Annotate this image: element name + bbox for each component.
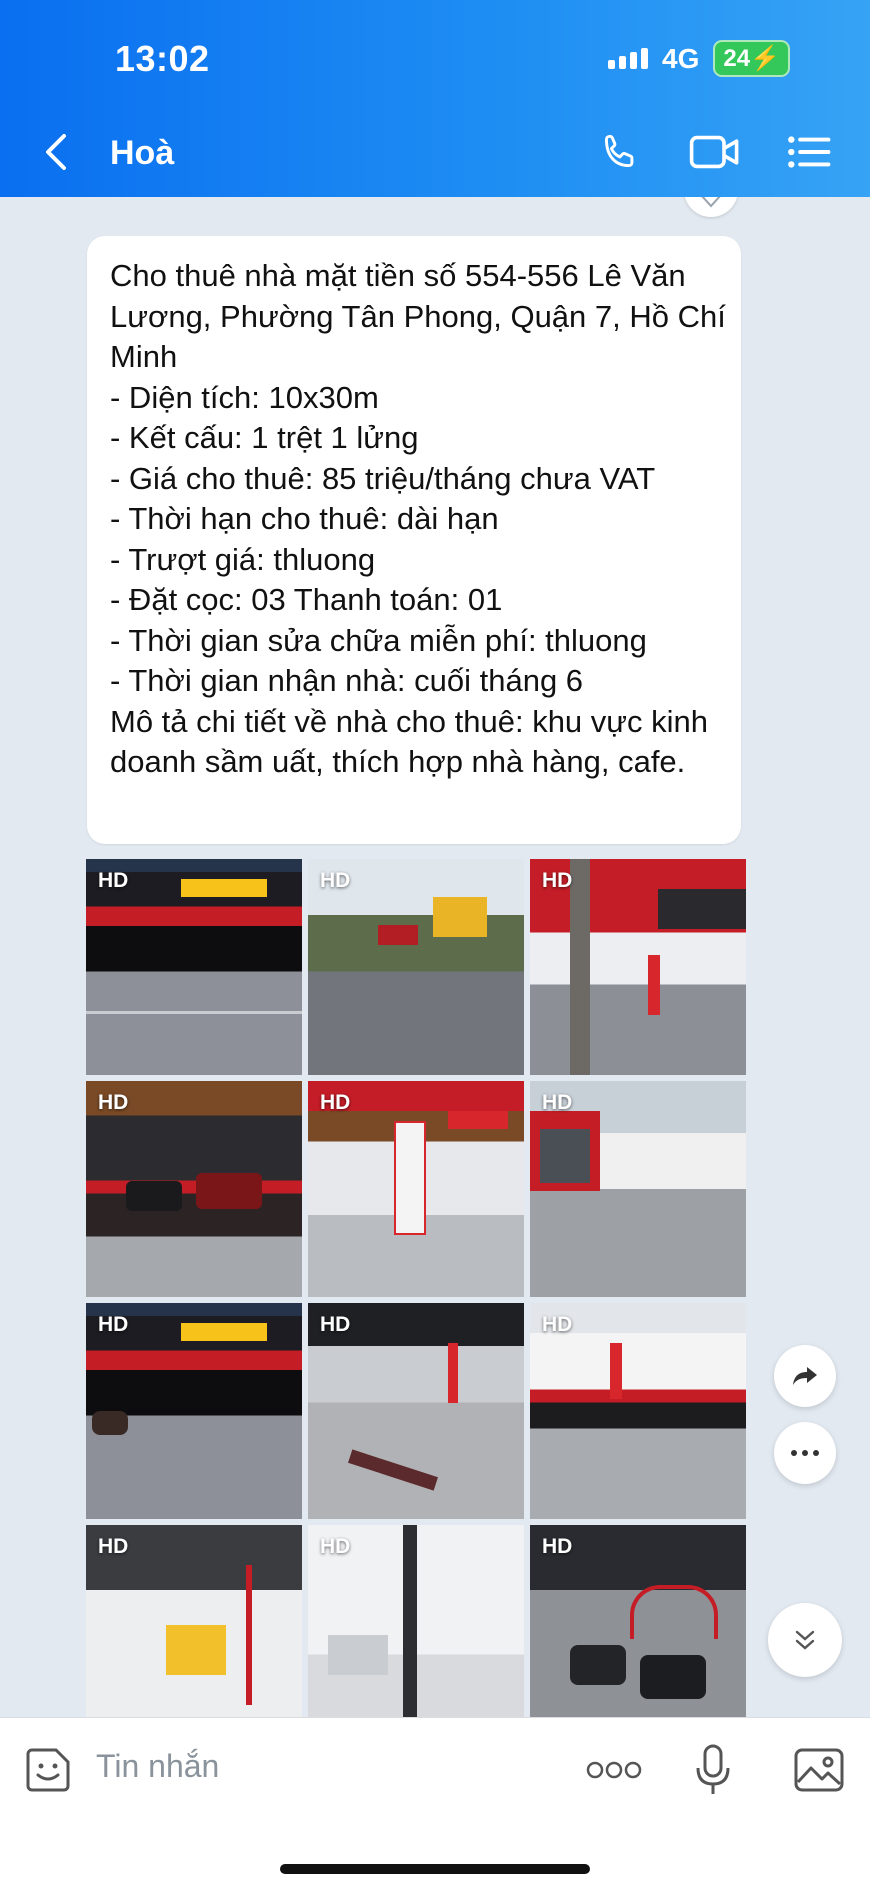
staircase-railing [246, 1565, 292, 1705]
charging-bolt-icon: ⚡ [750, 45, 780, 72]
shop-sign [448, 1111, 508, 1129]
floor-mat [348, 1449, 438, 1491]
more-options-button[interactable] [774, 1422, 836, 1484]
shop-sign [658, 889, 746, 929]
hd-badge: HD [542, 1535, 573, 1558]
share-button[interactable] [774, 1345, 836, 1407]
video-camera-icon[interactable] [688, 130, 742, 174]
car [196, 1173, 262, 1209]
glass-door-frame [403, 1525, 417, 1717]
red-banner [610, 1343, 622, 1399]
status-indicators: 4G 24⚡ [608, 40, 790, 77]
photo-thumbnail[interactable]: HD [308, 859, 524, 1075]
three-dots-icon[interactable] [586, 1760, 642, 1780]
chat-header: 13:02 4G 24⚡ Hoà [0, 0, 870, 197]
hd-badge: HD [98, 869, 129, 892]
photo-thumbnail[interactable]: HD [308, 1303, 524, 1519]
booth-window [540, 1129, 590, 1183]
photo-thumbnail[interactable]: HD [530, 859, 746, 1075]
car [640, 1655, 706, 1699]
phone-icon[interactable] [598, 130, 642, 174]
utility-pole [570, 859, 590, 1075]
standing-banner [394, 1121, 426, 1235]
hd-badge: HD [320, 1091, 351, 1114]
double-chevron-down-icon [795, 1630, 815, 1650]
hd-badge: HD [320, 1535, 351, 1558]
battery-indicator: 24⚡ [713, 40, 790, 77]
message-input[interactable]: Tin nhắn [96, 1748, 219, 1785]
microphone-icon[interactable] [694, 1744, 732, 1796]
message-list[interactable]: Cho thuê nhà mặt tiền số 554-556 Lê Văn … [0, 197, 870, 1717]
photo-thumbnail[interactable]: HD [86, 1525, 302, 1717]
photo-thumbnail[interactable]: HD [86, 1081, 302, 1297]
photo-thumbnail[interactable]: HD [86, 859, 302, 1075]
message-bubble[interactable]: Cho thuê nhà mặt tiền số 554-556 Lê Văn … [87, 236, 741, 844]
contact-name[interactable]: Hoà [110, 134, 174, 173]
motorbike [92, 1411, 128, 1435]
hd-badge: HD [320, 869, 351, 892]
heart-icon [701, 197, 721, 208]
photo-thumbnail[interactable]: HD [530, 1525, 746, 1717]
photo-thumbnail[interactable]: HD [530, 1081, 746, 1297]
photo-grid: HD HD HD HD HD HD HD HD HD HD HD HD [86, 859, 746, 1717]
home-indicator [280, 1864, 590, 1874]
red-arch [630, 1585, 718, 1639]
network-type: 4G [662, 42, 700, 74]
status-time: 13:02 [115, 38, 210, 79]
red-banner [648, 955, 660, 1015]
photo-thumbnail[interactable]: HD [530, 1303, 746, 1519]
nav-bar: Hoà [0, 118, 870, 190]
hd-badge: HD [542, 869, 573, 892]
more-dots-icon [791, 1450, 819, 1456]
hd-badge: HD [542, 1313, 573, 1336]
hd-badge: HD [542, 1091, 573, 1114]
photo-thumbnail[interactable]: HD [308, 1081, 524, 1297]
road-marking [86, 1011, 302, 1014]
message-text: Cho thuê nhà mặt tiền số 554-556 Lê Văn … [110, 258, 726, 779]
battery-level: 24 [723, 45, 751, 72]
shop-sign [166, 1625, 226, 1675]
share-arrow-icon [793, 1367, 817, 1385]
image-icon[interactable] [794, 1748, 844, 1792]
hd-badge: HD [98, 1535, 129, 1558]
hd-badge: HD [98, 1313, 129, 1336]
car [570, 1645, 626, 1685]
photo-thumbnail[interactable]: HD [308, 1525, 524, 1717]
red-banner [448, 1343, 458, 1403]
shop-sign [181, 1323, 267, 1341]
hd-badge: HD [98, 1091, 129, 1114]
car [126, 1181, 182, 1211]
cellular-signal-icon [608, 48, 649, 69]
emoji-sticker-icon[interactable] [24, 1746, 72, 1794]
photo-thumbnail[interactable]: HD [86, 1303, 302, 1519]
desk [328, 1635, 388, 1675]
shop-sign [433, 897, 487, 937]
reaction-button[interactable] [684, 197, 738, 217]
list-menu-icon[interactable] [786, 130, 832, 174]
shop-sign [378, 925, 418, 945]
scroll-to-bottom-button[interactable] [768, 1603, 842, 1677]
back-arrow-icon[interactable] [40, 132, 76, 172]
hd-badge: HD [320, 1313, 351, 1336]
message-composer: Tin nhắn [0, 1717, 870, 1886]
shop-sign [181, 879, 267, 897]
